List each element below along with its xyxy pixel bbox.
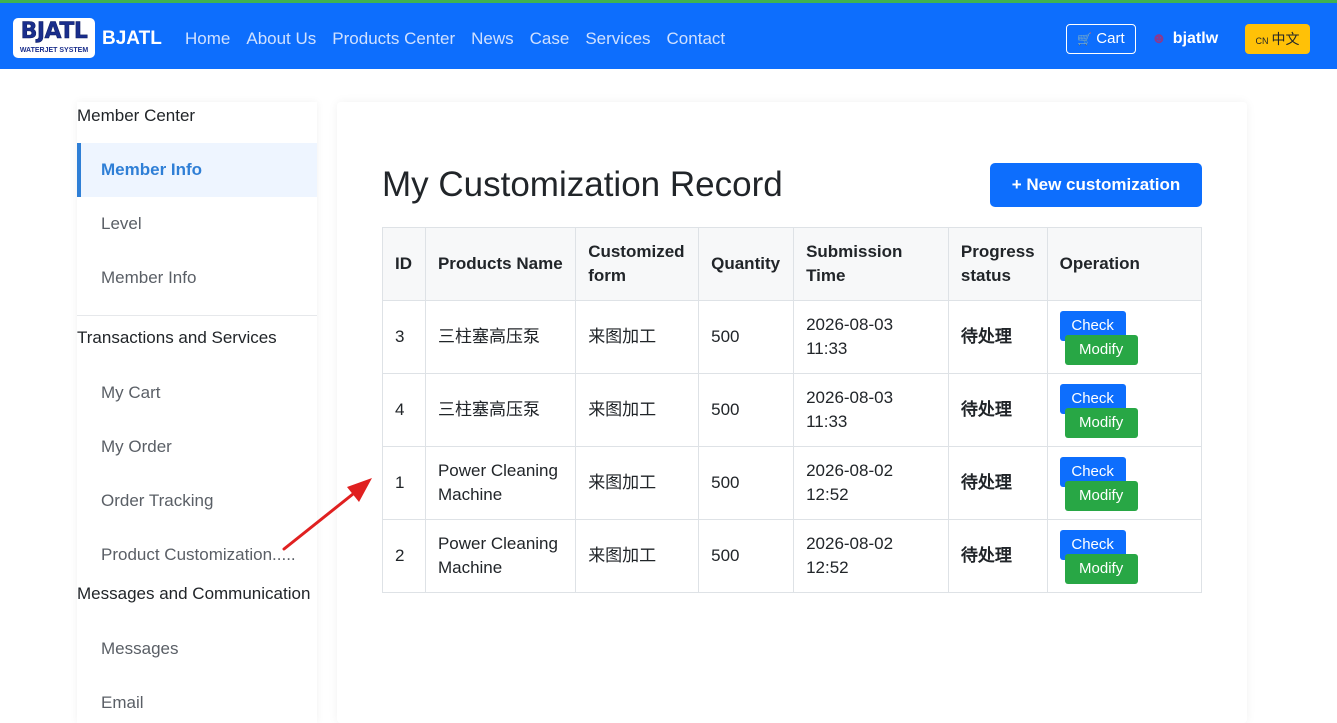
- table-row: 3 三柱塞高压泵 来图加工 500 2026-08-03 11:33 待处理 C…: [382, 300, 1203, 374]
- cell-quantity: 500: [698, 300, 795, 374]
- cell-time: 2026-08-02 12:52: [793, 446, 949, 520]
- status-badge: 待处理: [947, 373, 1048, 447]
- cell-form: 来图加工: [575, 519, 700, 593]
- status-badge: 待处理: [947, 300, 1048, 374]
- cell-product: 三柱塞高压泵: [424, 300, 577, 374]
- sidebar-item-email[interactable]: Email: [77, 676, 317, 723]
- sidebar-item-level[interactable]: Level: [77, 197, 317, 251]
- user-menu[interactable]: ☻ bjatlw: [1151, 27, 1218, 51]
- sidebar: Member Center Member Info Level Member I…: [77, 102, 317, 723]
- cell-operation: Check Modify: [1046, 373, 1203, 447]
- sidebar-section-messages: Messages and Communication: [77, 584, 311, 603]
- sidebar-item-order-tracking[interactable]: Order Tracking: [77, 474, 317, 528]
- cell-product: Power Cleaning Machine: [424, 519, 577, 593]
- col-header-quantity: Quantity: [698, 227, 795, 301]
- new-customization-button[interactable]: + New customization: [990, 163, 1202, 207]
- modify-button[interactable]: Modify: [1064, 408, 1138, 438]
- sidebar-item-messages[interactable]: Messages: [77, 622, 317, 676]
- sidebar-item-product-customization[interactable]: Product Customization.....: [77, 528, 317, 582]
- main-nav: Home About Us Products Center News Case …: [185, 27, 741, 51]
- status-badge: 待处理: [947, 446, 1048, 520]
- sidebar-item-member-info-2[interactable]: Member Info: [77, 251, 317, 305]
- logo-text: BJATL: [20, 19, 88, 45]
- nav-home[interactable]: Home: [185, 27, 230, 51]
- col-header-products-name: Products Name: [424, 227, 577, 301]
- col-header-customized-form: Customized form: [575, 227, 700, 301]
- nav-products-center[interactable]: Products Center: [332, 27, 455, 51]
- cell-form: 来图加工: [575, 446, 700, 520]
- cell-time: 2026-08-03 11:33: [793, 373, 949, 447]
- language-button[interactable]: CN 中文: [1245, 24, 1310, 54]
- cell-id: 2: [382, 519, 426, 593]
- modify-button[interactable]: Modify: [1064, 335, 1138, 365]
- cell-time: 2026-08-03 11:33: [793, 300, 949, 374]
- table-row: 2 Power Cleaning Machine 来图加工 500 2026-0…: [382, 519, 1203, 593]
- nav-contact[interactable]: Contact: [667, 27, 726, 51]
- sidebar-item-my-order[interactable]: My Order: [77, 420, 317, 474]
- username: bjatlw: [1172, 30, 1219, 47]
- table-header-row: ID Products Name Customized form Quantit…: [382, 227, 1203, 301]
- cell-quantity: 500: [698, 519, 795, 593]
- customization-table: ID Products Name Customized form Quantit…: [382, 227, 1203, 593]
- sidebar-section-transactions: Transactions and Services: [77, 328, 277, 347]
- cell-form: 来图加工: [575, 373, 700, 447]
- cell-product: 三柱塞高压泵: [424, 373, 577, 447]
- flag-icon: CN: [1255, 36, 1269, 46]
- logo[interactable]: BJATL WATERJET SYSTEM: [13, 18, 95, 58]
- table-row: 4 三柱塞高压泵 来图加工 500 2026-08-03 11:33 待处理 C…: [382, 373, 1203, 447]
- cell-form: 来图加工: [575, 300, 700, 374]
- status-badge: 待处理: [947, 519, 1048, 593]
- cell-operation: Check Modify: [1046, 446, 1203, 520]
- sidebar-section-member-center: Member Center: [77, 106, 196, 125]
- cell-operation: Check Modify: [1046, 300, 1203, 374]
- sidebar-item-my-cart[interactable]: My Cart: [77, 366, 317, 420]
- cart-label: Cart: [1096, 30, 1125, 47]
- cell-quantity: 500: [698, 446, 795, 520]
- nav-case[interactable]: Case: [530, 27, 570, 51]
- modify-button[interactable]: Modify: [1064, 554, 1138, 584]
- sidebar-item-member-info[interactable]: Member Info: [77, 143, 317, 197]
- cart-button[interactable]: 🛒 Cart: [1066, 24, 1136, 54]
- col-header-operation: Operation: [1046, 227, 1203, 301]
- nav-services[interactable]: Services: [585, 27, 650, 51]
- cart-icon: 🛒: [1077, 32, 1093, 46]
- user-icon: ☻: [1151, 30, 1167, 47]
- cell-id: 3: [382, 300, 426, 374]
- cell-product: Power Cleaning Machine: [424, 446, 577, 520]
- cell-id: 1: [382, 446, 426, 520]
- cell-operation: Check Modify: [1046, 519, 1203, 593]
- language-label: 中文: [1271, 31, 1300, 47]
- col-header-progress-status: Progress status: [947, 227, 1048, 301]
- brand-name[interactable]: BJATL: [102, 27, 162, 51]
- cell-quantity: 500: [698, 373, 795, 447]
- logo-subtext: WATERJET SYSTEM: [19, 47, 89, 54]
- top-navbar: BJATL WATERJET SYSTEM BJATL Home About U…: [0, 0, 1337, 69]
- modify-button[interactable]: Modify: [1064, 481, 1138, 511]
- col-header-id: ID: [382, 227, 426, 301]
- cell-time: 2026-08-02 12:52: [793, 519, 949, 593]
- nav-news[interactable]: News: [471, 27, 514, 51]
- nav-about-us[interactable]: About Us: [246, 27, 316, 51]
- sidebar-divider: [77, 315, 317, 316]
- page-title: My Customization Record: [382, 165, 783, 204]
- table-row: 1 Power Cleaning Machine 来图加工 500 2026-0…: [382, 446, 1203, 520]
- cell-id: 4: [382, 373, 426, 447]
- col-header-submission-time: Submission Time: [793, 227, 949, 301]
